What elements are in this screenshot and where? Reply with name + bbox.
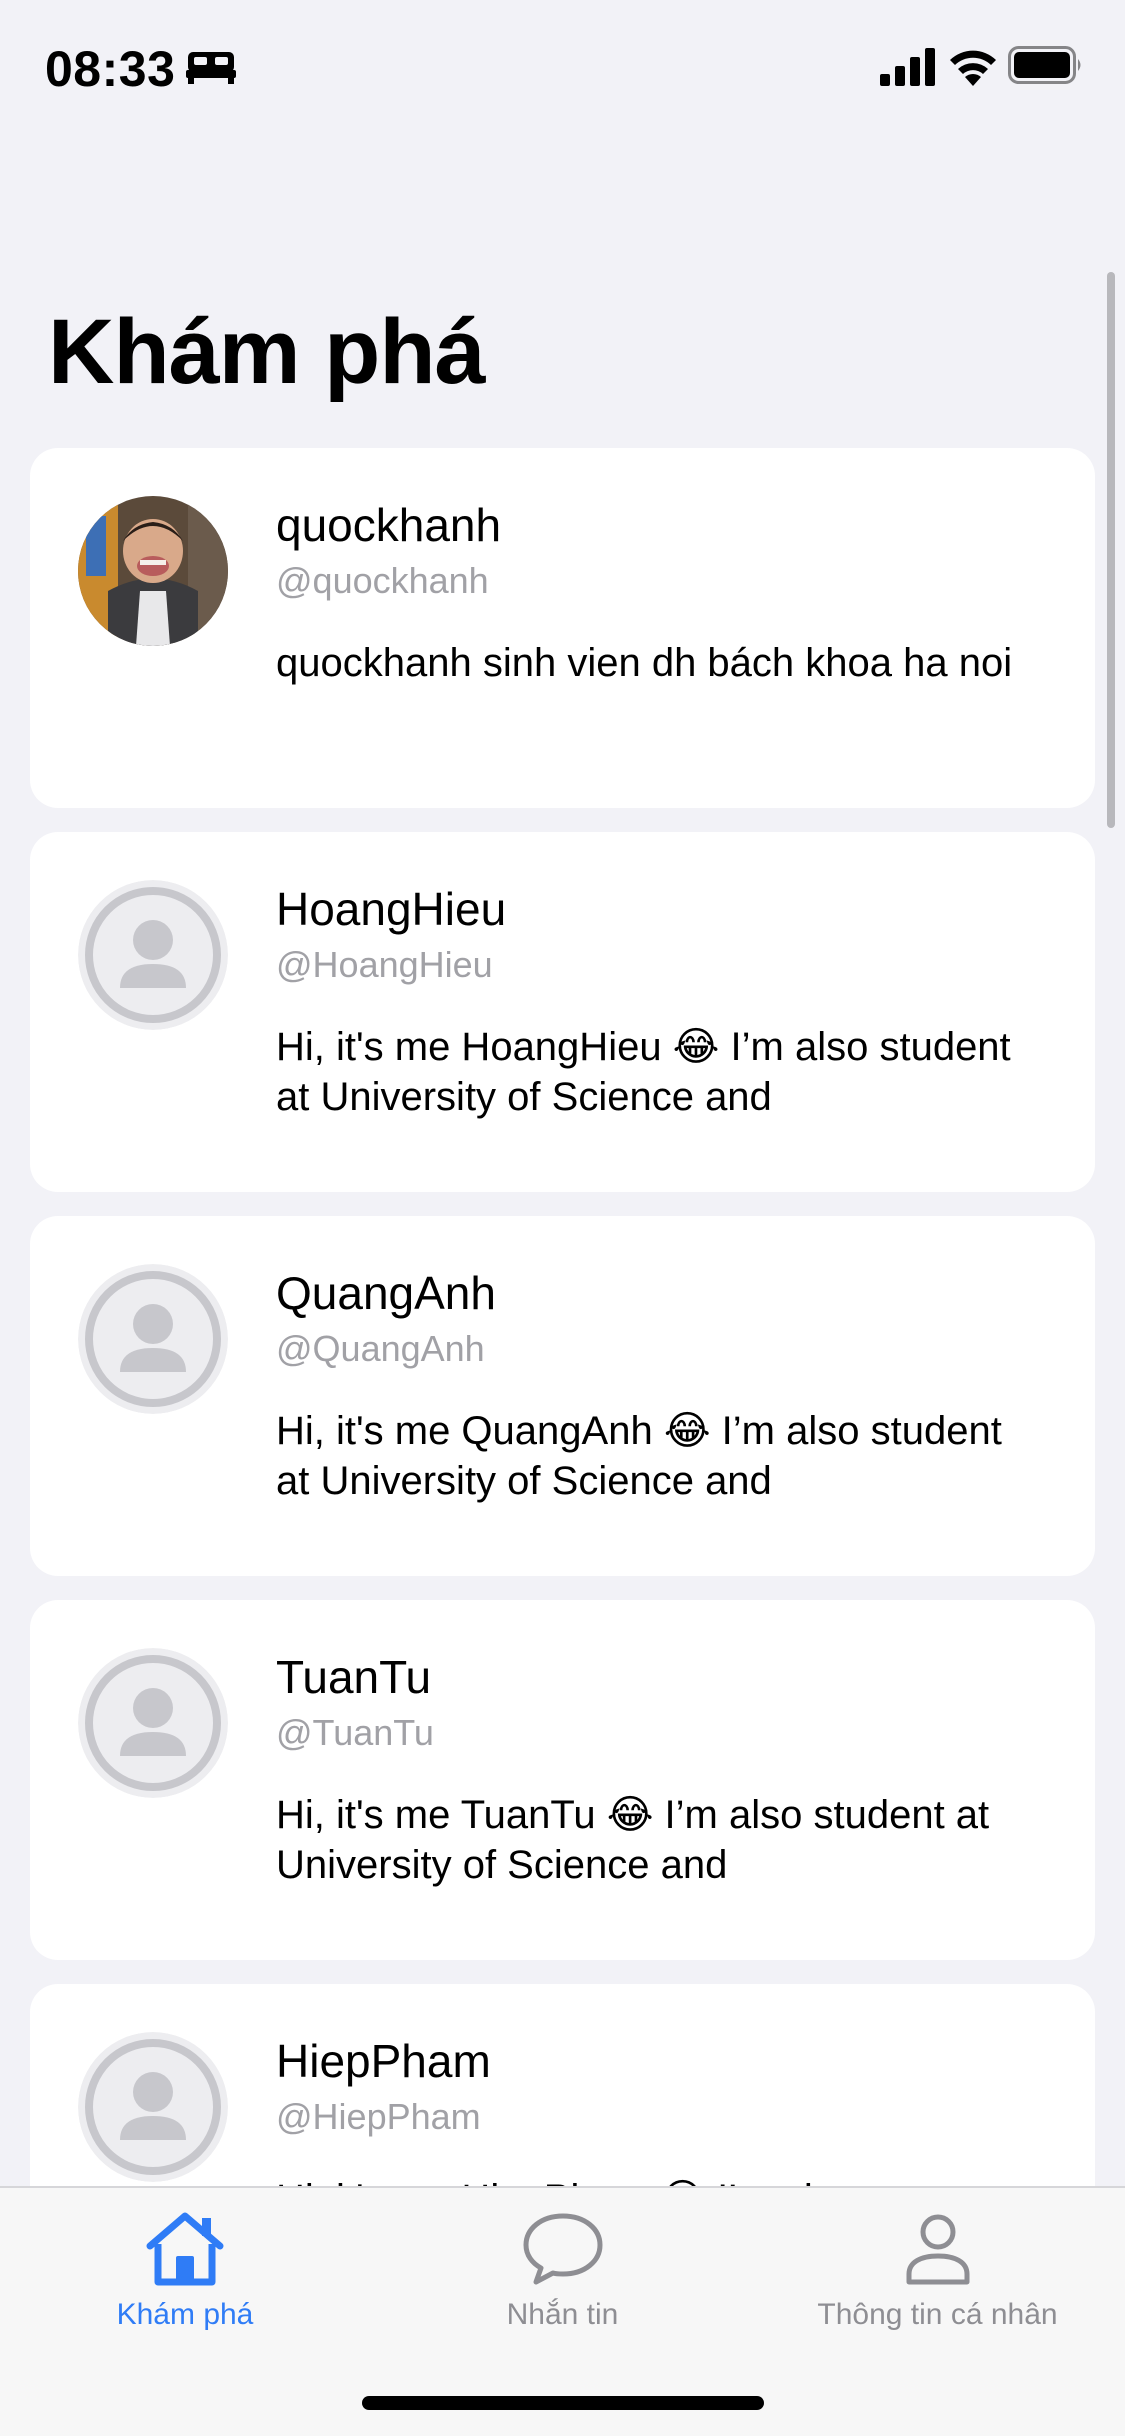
status-bar: 08:33 <box>0 0 1125 140</box>
placeholder-person-icon <box>78 2032 228 2182</box>
bio: Hi, it's me HoangHieu 😂 I’m also student… <box>276 1025 1011 1119</box>
chat-bubble-icon <box>523 2213 602 2285</box>
bio: Hi, it's me TuanTu 😂 I’m also student at… <box>276 1793 990 1887</box>
person-icon <box>906 2214 969 2285</box>
display-name: HiepPham <box>276 2035 491 2087</box>
avatar[interactable] <box>78 880 228 1030</box>
tab-thong-tin-ca-nhan[interactable]: Thông tin cá nhân <box>790 2188 1085 2338</box>
username: @QuangAnh <box>276 1328 485 1369</box>
status-time: 08:33 <box>45 41 176 97</box>
user-card[interactable]: HiepPham @HiepPham Hi, it's me HiepPham … <box>30 1984 1095 2188</box>
display-name: HoangHieu <box>276 883 507 935</box>
tab-kham-pha[interactable]: Khám phá <box>40 2188 330 2338</box>
tab-label: Khám phá <box>116 2298 254 2331</box>
avatar[interactable] <box>78 1264 228 1414</box>
display-name: QuangAnh <box>276 1267 496 1319</box>
display-name: TuanTu <box>276 1651 432 1703</box>
avatar[interactable] <box>78 2032 228 2182</box>
username: @HiepPham <box>276 2096 481 2137</box>
avatar[interactable] <box>78 496 228 646</box>
bio: Hi, it's me QuangAnh 😂 I’m also student … <box>276 1409 1002 1503</box>
avatar[interactable] <box>78 1648 228 1798</box>
tab-label: Thông tin cá nhân <box>817 2298 1058 2331</box>
placeholder-person-icon <box>78 880 228 1030</box>
page-title: Khám phá <box>48 301 486 403</box>
user-card[interactable]: HoangHieu @HoangHieu Hi, it's me HoangHi… <box>30 832 1095 1192</box>
user-card[interactable]: TuanTu @TuanTu Hi, it's me TuanTu 😂 I’m … <box>30 1600 1095 1960</box>
username: @TuanTu <box>276 1712 434 1753</box>
username: @quockhanh <box>276 560 489 601</box>
house-icon <box>146 2212 224 2286</box>
cellular-signal-icon <box>880 48 935 86</box>
user-feed[interactable]: quockhanh @quockhanh quockhanh sinh vien… <box>30 448 1095 2188</box>
scroll-indicator[interactable] <box>1107 272 1115 828</box>
user-card[interactable]: QuangAnh @QuangAnh Hi, it's me QuangAnh … <box>30 1216 1095 1576</box>
username: @HoangHieu <box>276 944 493 985</box>
bio: quockhanh sinh vien dh bách khoa ha noi <box>276 641 1013 685</box>
bed-icon <box>186 52 236 84</box>
avatar-photo <box>78 496 228 646</box>
tab-nhan-tin[interactable]: Nhắn tin <box>415 2188 710 2338</box>
placeholder-person-icon <box>78 1648 228 1798</box>
placeholder-person-icon <box>78 1264 228 1414</box>
wifi-icon <box>950 50 996 86</box>
tab-label: Nhắn tin <box>506 2298 619 2331</box>
battery-icon <box>1008 46 1081 84</box>
user-card[interactable]: quockhanh @quockhanh quockhanh sinh vien… <box>30 448 1095 808</box>
display-name: quockhanh <box>276 499 502 551</box>
home-indicator[interactable] <box>362 2396 764 2410</box>
